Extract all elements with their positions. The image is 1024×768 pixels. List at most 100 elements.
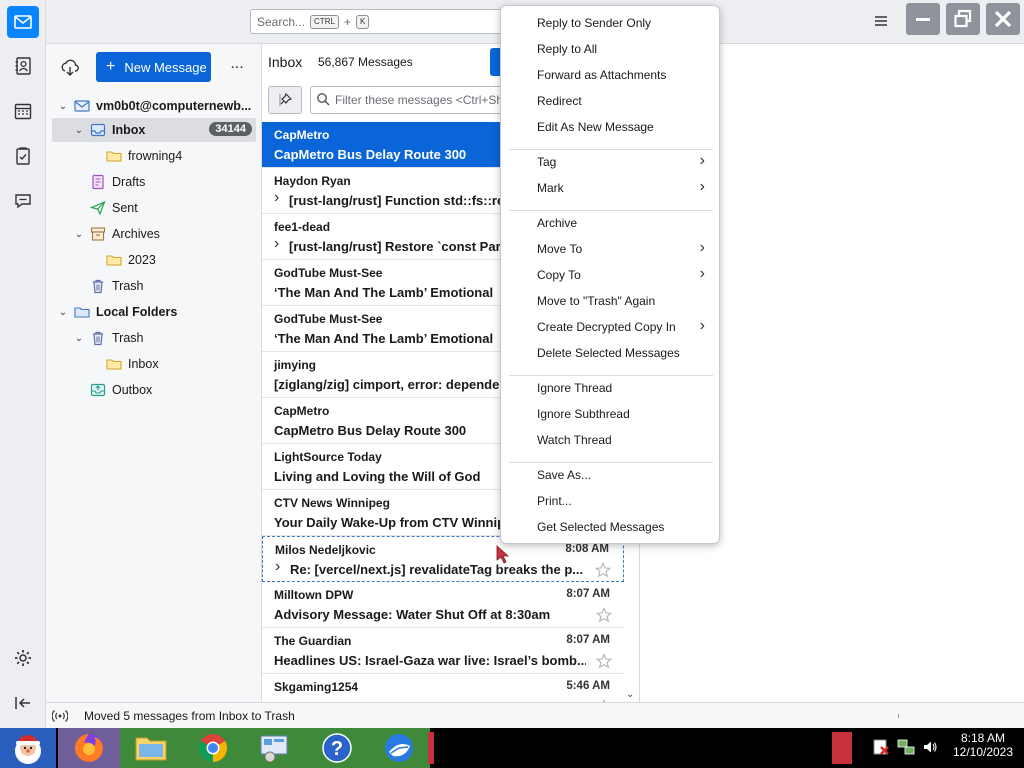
menu-item[interactable]: Mark › xyxy=(505,176,715,200)
folder-icon xyxy=(106,359,122,370)
taskbar-file-explorer[interactable] xyxy=(120,728,182,768)
folder-frowning4[interactable]: frowning4 xyxy=(52,144,256,168)
inbox-icon xyxy=(90,123,106,137)
chevron-down-icon[interactable]: ⌄ xyxy=(56,307,70,318)
message-sender: Milos Nedeljkovic xyxy=(275,543,376,557)
pin-filter-button[interactable] xyxy=(268,86,302,114)
menu-item[interactable]: Copy To › xyxy=(505,263,715,287)
chevron-down-icon[interactable]: ⌄ xyxy=(626,689,634,700)
menu-item[interactable]: Watch Thread xyxy=(505,428,715,452)
menu-item[interactable]: Reply to All xyxy=(505,37,715,61)
message-sender: jimying xyxy=(274,358,317,372)
volume-icon[interactable] xyxy=(922,739,938,755)
control-panel-icon xyxy=(260,735,288,763)
message-row[interactable]: The Guardian Headlines US: Israel-Gaza wa… xyxy=(262,628,624,674)
calendar-space-button[interactable] xyxy=(7,95,39,127)
folder-inbox[interactable]: ⌄ Inbox 34144 xyxy=(52,118,256,142)
message-sender: CTV News Winnipeg xyxy=(274,496,390,510)
trash-icon xyxy=(93,279,103,294)
menu-item[interactable]: Delete Selected Messages xyxy=(505,341,715,365)
new-message-button[interactable]: + New Message xyxy=(96,52,211,82)
chrome-icon xyxy=(199,734,227,762)
chevron-down-icon[interactable]: ⌄ xyxy=(72,125,86,136)
settings-space-button[interactable] xyxy=(7,642,39,674)
message-sender: The Guardian xyxy=(274,634,352,648)
menu-item[interactable]: Ignore Subthread xyxy=(505,402,715,426)
chevron-down-icon[interactable]: ⌄ xyxy=(56,101,70,112)
menu-item[interactable]: Move To › xyxy=(505,237,715,261)
menu-item[interactable]: Tag › xyxy=(505,150,715,174)
taskbar-firefox[interactable] xyxy=(58,728,120,768)
menu-item[interactable]: Forward as Attachments xyxy=(505,63,715,87)
star-icon[interactable] xyxy=(595,562,611,578)
taskbar-chrome[interactable] xyxy=(182,728,244,768)
thread-expand-icon[interactable]: › xyxy=(275,558,280,576)
close-button[interactable] xyxy=(986,3,1020,35)
menu-item-label: Edit As New Message xyxy=(537,120,654,134)
address-book-space-button[interactable] xyxy=(7,50,39,82)
menu-item[interactable]: Move to "Trash" Again xyxy=(505,289,715,313)
folder-trash[interactable]: Trash xyxy=(52,274,256,298)
taskbar-show-desktop-edge[interactable] xyxy=(832,732,852,764)
message-sender: fee1-dead xyxy=(274,220,331,234)
chevron-down-icon[interactable]: ⌄ xyxy=(72,333,86,344)
message-row[interactable]: Skgaming1254 5:46 AM xyxy=(262,674,624,702)
menu-item[interactable]: Save As... xyxy=(505,463,715,487)
menu-item[interactable]: Ignore Thread xyxy=(505,376,715,400)
star-icon[interactable] xyxy=(596,653,612,669)
account-local-folders[interactable]: ⌄ Local Folders xyxy=(52,300,256,324)
restore-button[interactable] xyxy=(946,3,980,35)
shortcut-plus: + xyxy=(343,14,351,29)
minimize-icon xyxy=(916,18,930,21)
folder-archives[interactable]: ⌄ Archives xyxy=(52,222,256,246)
menu-item[interactable]: Archive xyxy=(505,211,715,235)
account-row[interactable]: ⌄ vm0b0t@computernewb... xyxy=(52,94,256,118)
archive-icon xyxy=(90,227,106,241)
start-button[interactable] xyxy=(0,728,56,768)
star-icon[interactable] xyxy=(596,607,612,623)
menu-item[interactable]: Create Decrypted Copy In › xyxy=(505,315,715,339)
filter-messages-input[interactable]: Filter these messages <Ctrl+Shift+K> xyxy=(310,86,510,114)
folder-local-inbox[interactable]: Inbox xyxy=(52,352,256,376)
collapse-spaces-button[interactable] xyxy=(7,687,39,719)
folder-pane-more-button[interactable]: ... xyxy=(226,56,248,78)
menu-item[interactable]: Redirect xyxy=(505,89,715,113)
plus-icon: + xyxy=(106,58,116,75)
new-message-label: New Message xyxy=(124,59,207,75)
chat-space-button[interactable] xyxy=(7,185,39,217)
message-row[interactable]: Milltown DPW Advisory Message: Water Shut… xyxy=(262,582,624,628)
folder-2023[interactable]: 2023 xyxy=(52,248,256,272)
mouse-cursor-icon xyxy=(496,545,510,564)
folder-drafts[interactable]: Drafts xyxy=(52,170,256,194)
security-alert-icon[interactable] xyxy=(872,738,890,756)
submenu-arrow-icon: › xyxy=(699,178,705,195)
search-icon xyxy=(317,93,330,106)
folder-sent[interactable]: Sent xyxy=(52,196,256,220)
menu-item[interactable]: Reply to Sender Only xyxy=(505,11,715,35)
minimize-button[interactable] xyxy=(906,3,940,35)
menu-item-label: Reply to All xyxy=(537,42,598,56)
menu-item[interactable]: Edit As New Message xyxy=(505,115,715,139)
network-icon[interactable] xyxy=(896,737,916,757)
folder-local-trash[interactable]: ⌄ Trash xyxy=(52,326,256,350)
menu-item[interactable]: Get Selected Messages xyxy=(505,515,715,539)
app-menu-icon[interactable] xyxy=(872,12,890,30)
menu-item[interactable]: Print... xyxy=(505,489,715,513)
folder-outbox[interactable]: Outbox xyxy=(52,378,256,402)
get-messages-icon[interactable] xyxy=(60,58,80,78)
thread-expand-icon[interactable]: › xyxy=(274,189,279,207)
taskbar-thunderbird[interactable] xyxy=(368,728,430,768)
mail-space-button[interactable] xyxy=(7,6,39,38)
taskbar-help[interactable]: ? xyxy=(306,728,368,768)
system-clock[interactable]: 8:18 AM 12/10/2023 xyxy=(942,731,1024,759)
online-status-icon[interactable] xyxy=(52,709,68,723)
taskbar-control-panel[interactable] xyxy=(244,728,306,768)
message-subject: Headlines US: Israel-Gaza war live: Isra… xyxy=(274,653,586,668)
tasks-space-button[interactable] xyxy=(7,140,39,172)
thread-expand-icon[interactable]: › xyxy=(274,235,279,253)
folder-icon xyxy=(135,737,167,761)
clock-time: 8:18 AM xyxy=(960,731,1006,745)
global-search-input[interactable]: Search... CTRL + K xyxy=(250,9,510,34)
shortcut-key-ctrl: CTRL xyxy=(310,14,339,29)
chevron-down-icon[interactable]: ⌄ xyxy=(72,229,86,240)
